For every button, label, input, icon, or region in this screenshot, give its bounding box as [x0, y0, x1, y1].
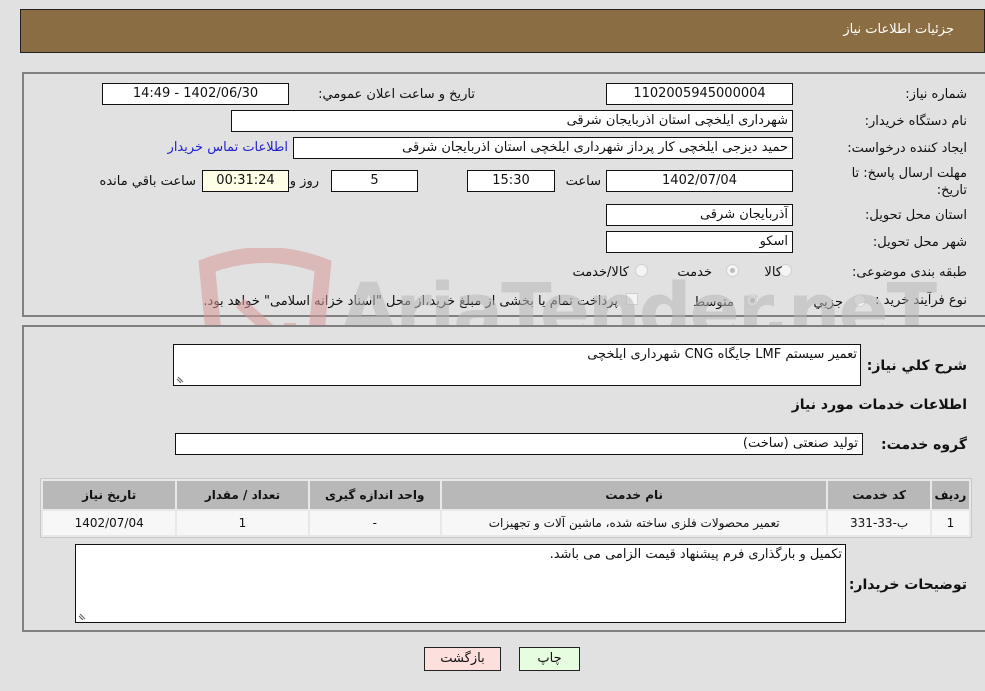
- table-row: 1 ب-33-331 تعمیر محصولات فلزی ساخته شده،…: [43, 511, 969, 535]
- summary-label: شرح کلي نیاز:: [866, 358, 967, 374]
- need-number-label: شماره نیاز:: [905, 87, 967, 102]
- cell-unit: -: [309, 511, 440, 535]
- summary-textarea[interactable]: تعمیر سیستم LMF جایگاه CNG شهرداری ایلخچ…: [173, 344, 861, 386]
- deadline-date-field: 1402/07/04: [606, 170, 793, 192]
- page-title: جزئیات اطلاعات نیاز: [843, 22, 954, 37]
- print-button[interactable]: چاپ: [519, 647, 580, 671]
- buyer-org-field: شهرداری ایلخچی استان اذربایجان شرقی: [231, 110, 793, 132]
- service-group-label: گروه خدمت:: [881, 437, 967, 453]
- services-table: ردیف کد خدمت نام خدمت واحد اندازه گیری ت…: [40, 478, 972, 538]
- page-header: جزئیات اطلاعات نیاز: [20, 9, 985, 53]
- announce-datetime-label: تاریخ و ساعت اعلان عمومي:: [318, 87, 475, 102]
- deadline-time-field: 15:30: [467, 170, 555, 192]
- radio-category-goods-label: کالا: [764, 265, 782, 280]
- radio-category-service-label: خدمت: [677, 265, 712, 280]
- col-unit: واحد اندازه گیری: [309, 481, 440, 509]
- col-service-code: کد خدمت: [828, 481, 930, 509]
- back-button[interactable]: بازگشت: [424, 647, 501, 671]
- buyer-notes-label: توضیحات خریدار:: [848, 577, 967, 593]
- summary-text: تعمیر سیستم LMF جایگاه CNG شهرداری ایلخچ…: [587, 347, 857, 362]
- days-remaining-field: 5: [331, 170, 418, 192]
- cell-service-name: تعمیر محصولات فلزی ساخته شده، ماشین آلات…: [441, 511, 827, 535]
- radio-category-service[interactable]: [726, 264, 739, 277]
- col-row-number: ردیف: [931, 481, 969, 509]
- need-info-panel: [22, 72, 985, 317]
- buyer-org-label: نام دستگاه خریدار:: [864, 114, 967, 129]
- radio-purchase-medium-label: متوسط: [693, 295, 734, 310]
- cell-quantity: 1: [177, 511, 308, 535]
- service-group-field: تولید صنعتی (ساخت): [175, 433, 863, 455]
- radio-purchase-minor[interactable]: [853, 294, 866, 307]
- cell-need-date: 1402/07/04: [43, 511, 176, 535]
- radio-category-goods-service-label: کالا/خدمت: [572, 265, 629, 280]
- remaining-label: ساعت باقي مانده: [99, 174, 196, 189]
- col-quantity: تعداد / مقدار: [177, 481, 308, 509]
- radio-purchase-minor-label: جزيي: [813, 295, 843, 310]
- cell-row-number: 1: [931, 511, 969, 535]
- days-label: روز و: [289, 174, 319, 189]
- deadline-time-label: ساعت: [565, 174, 601, 189]
- delivery-city-field: اسکو: [606, 231, 793, 253]
- resize-grip-icon[interactable]: [176, 373, 186, 383]
- need-number-field: 1102005945000004: [606, 83, 793, 105]
- delivery-province-label: استان محل تحویل:: [865, 208, 967, 223]
- treasury-checkbox[interactable]: [626, 293, 638, 305]
- resize-grip-icon[interactable]: [78, 610, 88, 620]
- deadline-label: مهلت ارسال پاسخ: تا: [851, 166, 967, 181]
- deadline-label-line2: تاریخ:: [936, 183, 967, 198]
- treasury-checkbox-label: پرداخت تمام یا بخشی از مبلغ خرید،از محل …: [203, 294, 618, 309]
- requester-field: حمید دیزجی ایلخچی کار پرداز شهرداری ایلخ…: [293, 137, 793, 159]
- radio-purchase-medium[interactable]: [746, 294, 759, 307]
- buyer-contact-link[interactable]: اطلاعات تماس خریدار: [168, 140, 288, 155]
- col-need-date: تاریخ نیاز: [43, 481, 176, 509]
- col-service-name: نام خدمت: [441, 481, 827, 509]
- radio-category-goods-service[interactable]: [635, 264, 648, 277]
- requester-label: ایجاد کننده درخواست:: [847, 141, 967, 156]
- buyer-notes-text: تکمیل و بارگذاری فرم پیشنهاد قیمت الزامی…: [549, 547, 842, 562]
- cell-service-code: ب-33-331: [828, 511, 930, 535]
- announce-datetime-field: 1402/06/30 - 14:49: [102, 83, 289, 105]
- buyer-notes-textarea[interactable]: تکمیل و بارگذاری فرم پیشنهاد قیمت الزامی…: [75, 544, 846, 623]
- purchase-type-label: نوع فرآیند خرید :: [875, 293, 967, 308]
- table-header-row: ردیف کد خدمت نام خدمت واحد اندازه گیری ت…: [43, 481, 969, 509]
- delivery-province-field: آذربایجان شرقی: [606, 204, 793, 226]
- services-heading: اطلاعات خدمات مورد نیاز: [791, 397, 967, 413]
- delivery-city-label: شهر محل تحویل:: [872, 235, 967, 250]
- category-label: طبقه بندی موضوعی:: [851, 265, 967, 280]
- time-remaining-field: 00:31:24: [202, 170, 289, 192]
